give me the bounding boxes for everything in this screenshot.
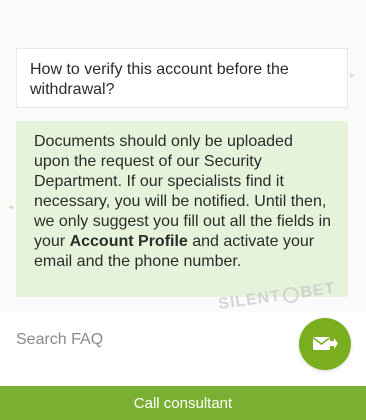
search-bar	[0, 312, 366, 384]
call-consultant-button[interactable]: Call consultant	[0, 386, 366, 420]
chevron-right-icon: ▸	[350, 70, 356, 81]
chevron-left-icon: ◂	[8, 202, 14, 213]
chat-area: How to verify this account before the wi…	[0, 0, 366, 313]
search-faq-input[interactable]	[16, 328, 276, 352]
question-bubble: How to verify this account before the wi…	[16, 48, 348, 108]
question-text: How to verify this account before the wi…	[30, 61, 289, 98]
send-message-button[interactable]	[299, 318, 351, 370]
account-profile-text: Account Profile	[69, 233, 188, 250]
envelope-arrow-icon	[313, 337, 338, 350]
answer-bubble: Documents should only be uploaded upon t…	[16, 121, 348, 297]
watermark-ball-icon	[281, 286, 300, 305]
faq-chat-screen: How to verify this account before the wi…	[0, 0, 366, 420]
